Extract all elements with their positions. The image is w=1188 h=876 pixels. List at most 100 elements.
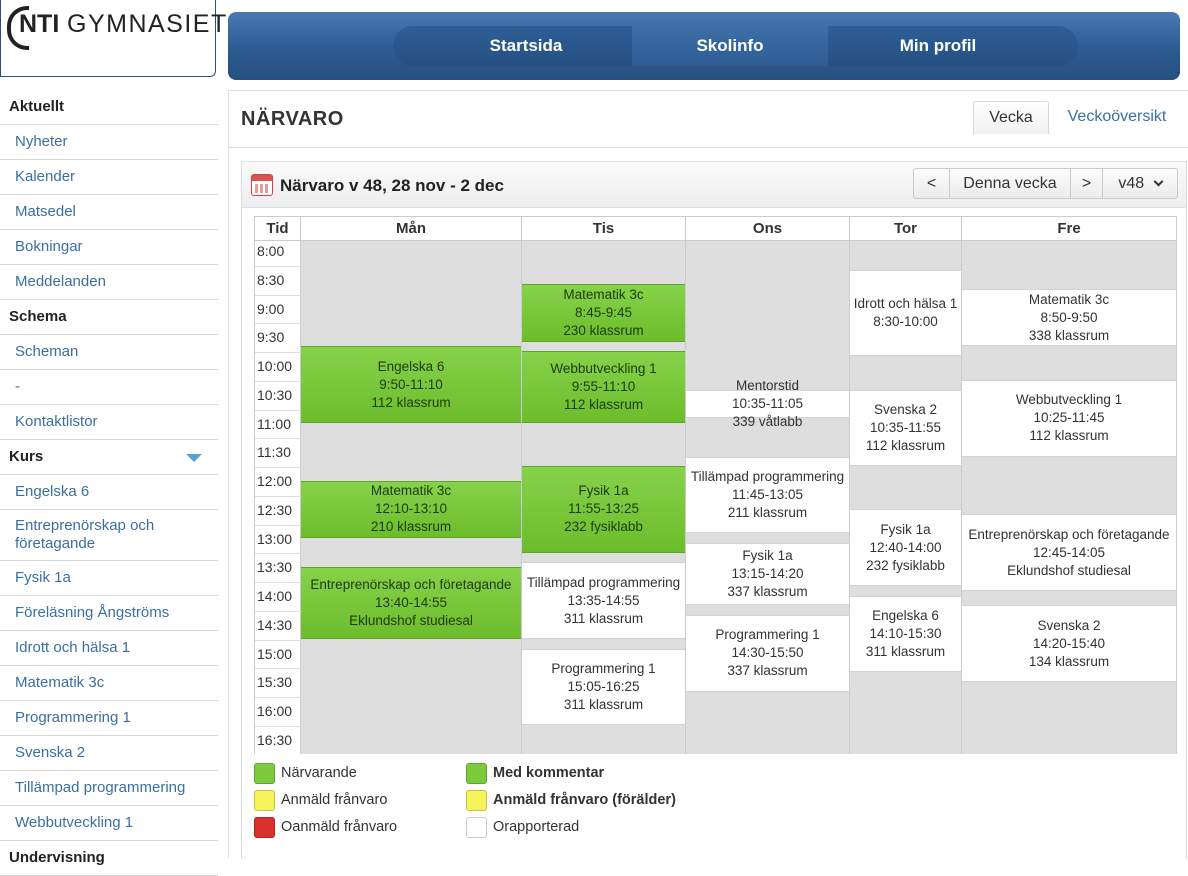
- legend-swatch: [254, 789, 275, 811]
- lesson-room: 112 klassrum: [865, 437, 946, 453]
- lesson-block[interactable]: Entreprenörskap och företagande 12:45-14:…: [962, 514, 1176, 591]
- schedule-grid: Tid Mån Tis Ons Tor Fre 8:00 8:30 9:00 9:30 10:00 1…: [254, 216, 1177, 754]
- lesson-time: 9:55-11:10: [571, 379, 636, 395]
- time-label: 12:00: [257, 473, 293, 490]
- lesson-block[interactable]: Programmering 1 15:05-16:25 311 klassrum: [522, 648, 685, 726]
- legend: Närvarande Med kommentar Anmäld frånvaro An…: [254, 762, 754, 852]
- sidebar-item-scheman[interactable]: Scheman: [0, 335, 218, 370]
- time-label: 16:30: [257, 732, 293, 749]
- time-gridline: [255, 294, 301, 296]
- time-gridline: [255, 639, 301, 641]
- sidebar-item-idrott-och-hälsa-1[interactable]: Idrott och hälsa 1: [0, 631, 218, 666]
- lesson-course: Matematik 3c: [370, 483, 452, 499]
- nav-skolinfo[interactable]: Skolinfo: [632, 26, 828, 66]
- panel-header: Närvaro v 48, 28 nov - 2 dec < Denna vec…: [242, 162, 1186, 208]
- lesson-time: 11:55-13:25: [567, 501, 640, 517]
- sidebar-item-entreprenörskap-och-företagande[interactable]: Entreprenörskap och företagande: [0, 510, 218, 561]
- expand-triangle-icon[interactable]: [186, 454, 202, 462]
- lesson-block[interactable]: Entreprenörskap och företagande 13:40-14:…: [301, 567, 521, 639]
- lesson-time: 12:10-13:10: [374, 501, 448, 517]
- lesson-room: 338 klassrum: [1028, 327, 1110, 343]
- legend-swatch: [254, 816, 275, 838]
- day-column: Engelska 6 9:50-11:10 112 klassrum Matemati…: [301, 241, 522, 754]
- sidebar-heading-undervisning[interactable]: Undervisning: [0, 841, 218, 876]
- sidebar-item-nyheter[interactable]: Nyheter: [0, 125, 218, 160]
- lesson-time: 8:30-10:00: [873, 313, 938, 329]
- lesson-course: Programmering 1: [715, 627, 820, 643]
- sidebar-item-fysik-1a[interactable]: Fysik 1a: [0, 561, 218, 596]
- sidebar-item-kalender[interactable]: Kalender: [0, 160, 218, 195]
- sidebar-item-label: Aktuellt: [9, 98, 65, 115]
- lesson-room: 339 våtlabb: [732, 414, 803, 430]
- time-label: 15:00: [257, 645, 293, 662]
- lesson-block[interactable]: Svenska 2 10:35-11:55 112 klassrum: [850, 389, 961, 467]
- lesson-block[interactable]: Tillämpad programmering 11:45-13:05 211 kl…: [686, 456, 849, 534]
- legend-swatch: [254, 762, 275, 784]
- sidebar-heading-schema[interactable]: Schema: [0, 300, 218, 335]
- lesson-block[interactable]: Programmering 1 14:30-15:50 337 klassrum: [686, 614, 849, 692]
- lesson-room: 337 klassrum: [727, 584, 808, 600]
- sidebar-item-matsedel[interactable]: Matsedel: [0, 195, 218, 230]
- time-label: 12:30: [257, 501, 293, 518]
- sidebar-item-engelska-6[interactable]: Engelska 6: [0, 475, 218, 510]
- time-gridline: [255, 697, 301, 699]
- next-week-button[interactable]: >: [1070, 168, 1103, 199]
- tab-veckooversikt[interactable]: Veckoöversikt: [1059, 101, 1175, 135]
- sidebar-item-matematik-3c[interactable]: Matematik 3c: [0, 666, 218, 701]
- top-navigation: Startsida Skolinfo Min profil: [228, 12, 1180, 80]
- sidebar-item-label: Entreprenörskap och företagande: [15, 517, 155, 552]
- sidebar-heading-aktuellt[interactable]: Aktuellt: [0, 90, 218, 125]
- day-column: Matematik 3c 8:45-9:45 230 klassrum Webbutv…: [522, 241, 686, 754]
- lesson-block[interactable]: Tillämpad programmering 13:35-14:55 311 kl…: [522, 562, 685, 639]
- lesson-block[interactable]: Engelska 6 9:50-11:10 112 klassrum: [301, 346, 521, 424]
- column-header-tid: Tid: [255, 217, 301, 241]
- lesson-room: 232 fysiklabb: [866, 557, 945, 573]
- sidebar-item-programmering-1[interactable]: Programmering 1: [0, 701, 218, 736]
- lesson-block[interactable]: Webbutveckling 1 9:55-11:10 112 klassrum: [522, 351, 685, 424]
- lesson-block[interactable]: Matematik 3c 12:10-13:10 210 klassrum: [301, 480, 521, 539]
- sidebar-item-svenska-2[interactable]: Svenska 2: [0, 736, 218, 771]
- week-select[interactable]: v48: [1102, 168, 1178, 199]
- this-week-button[interactable]: Denna vecka: [949, 168, 1071, 199]
- lesson-block[interactable]: Idrott och hälsa 1 8:30-10:00: [850, 269, 961, 357]
- school-logo[interactable]: NTI GYMNASIET: [0, 0, 226, 77]
- sidebar-item-webbutveckling-1[interactable]: Webbutveckling 1: [0, 806, 218, 841]
- lesson-block[interactable]: Fysik 1a 13:15-14:20 337 klassrum: [686, 543, 849, 606]
- sidebar-item-label: -: [15, 378, 20, 395]
- lesson-block[interactable]: Fysik 1a 11:55-13:25 232 fysiklabb: [522, 466, 685, 553]
- sidebar-item-label: Fysik 1a: [15, 569, 71, 586]
- tab-vecka[interactable]: Vecka: [973, 101, 1049, 135]
- nav-startsida[interactable]: Startsida: [419, 26, 633, 66]
- lesson-block[interactable]: Svenska 2 14:20-15:40 134 klassrum: [962, 605, 1176, 683]
- sidebar-item-label: Bokningar: [15, 238, 83, 255]
- lesson-block[interactable]: Fysik 1a 12:40-14:00 232 fysiklabb: [850, 509, 961, 587]
- lesson-block[interactable]: Matematik 3c 8:50-9:50 338 klassrum: [962, 288, 1176, 347]
- time-gridline: [255, 495, 301, 497]
- lesson-room: 311 klassrum: [563, 610, 644, 626]
- time-label: 8:00: [257, 243, 285, 259]
- lesson-block[interactable]: Matematik 3c 8:45-9:45 230 klassrum: [522, 284, 685, 342]
- sidebar-item-bokningar[interactable]: Bokningar: [0, 230, 218, 265]
- sidebar-item-label: Programmering 1: [15, 709, 131, 726]
- lesson-block[interactable]: Engelska 6 14:10-15:30 311 klassrum: [850, 595, 961, 673]
- lesson-block[interactable]: Webbutveckling 1 10:25-11:45 112 klassrum: [962, 380, 1176, 457]
- nav-min-profil[interactable]: Min profil: [838, 26, 1038, 66]
- sidebar-item-tillämpad-programmering[interactable]: Tillämpad programmering: [0, 771, 218, 806]
- sidebar-item-label: Nyheter: [15, 133, 68, 150]
- legend-swatch: [466, 816, 487, 838]
- sidebar-item-label: Engelska 6: [15, 483, 90, 500]
- sidebar-item-meddelanden[interactable]: Meddelanden: [0, 265, 218, 300]
- sidebar-item-föreläsning-ångströms[interactable]: Föreläsning Ångströms: [0, 596, 218, 631]
- lesson-block[interactable]: Mentorstid 10:35-11:05 339 våtlabb: [686, 378, 849, 429]
- lesson-time: 14:20-15:40: [1032, 635, 1106, 651]
- lesson-room: Eklundshof studiesal: [1007, 562, 1131, 578]
- sidebar-item-kontaktlistor[interactable]: Kontaktlistor: [0, 405, 218, 440]
- lesson-course: Webbutveckling 1: [1015, 392, 1123, 408]
- legend-label: Anmäld frånvaro: [281, 792, 388, 808]
- legend-label: Orapporterad: [493, 819, 580, 835]
- prev-week-button[interactable]: <: [913, 168, 950, 199]
- lesson-course: Programmering 1: [551, 660, 656, 676]
- sidebar-heading-kurs[interactable]: Kurs: [0, 440, 218, 475]
- sidebar-item-separator[interactable]: -: [0, 370, 218, 405]
- time-gridline: [255, 323, 301, 325]
